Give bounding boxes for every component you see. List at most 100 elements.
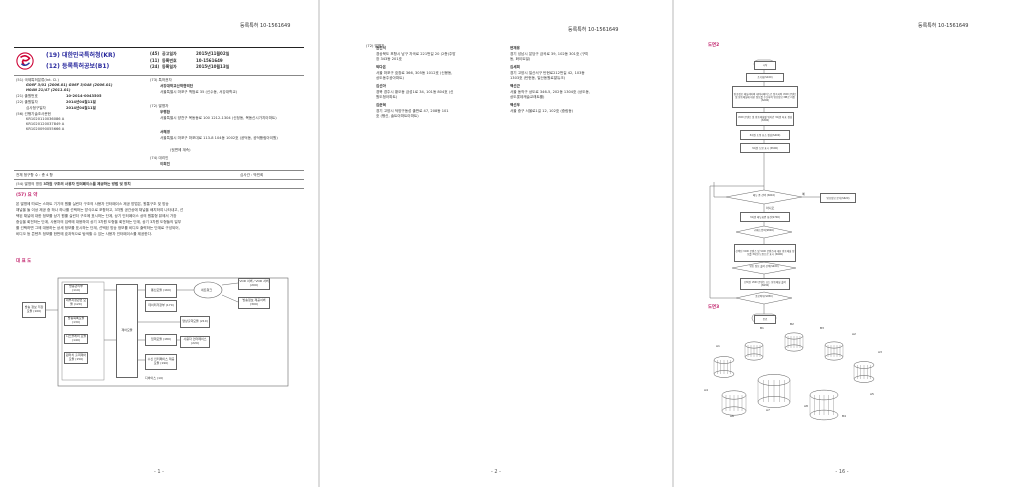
flowchart-step: 3차원 도형 요소 생성(S400) — [740, 130, 790, 140]
agent-title: (74) 대리인 — [150, 156, 169, 160]
inventor-address: 동, 화이트빌) — [510, 57, 531, 61]
app-date: 2014년04월11일 — [66, 100, 96, 104]
inventor-address: 상도동주공아파트) — [376, 76, 404, 80]
ipc-line-2: H04N 21/47 (2011.01) — [26, 88, 71, 92]
inventor-address: 경상북도 포항시 남구 자곡로 221번길 20 (2층)주방 — [376, 52, 456, 56]
fig-box-1: 방송관리부 (110) — [64, 284, 88, 294]
bib-code: (24) — [150, 64, 160, 69]
inventor-name: 박다은 — [376, 65, 386, 69]
title-row: (54) 발명의 명칭 3차원 구조의 사용자 인터페이스를 제공하는 방법 및… — [16, 182, 131, 186]
fig-storage-module: 방송 정보 저장 모듈 (100) — [22, 302, 46, 318]
owner-title: (73) 특허권자 — [150, 78, 172, 82]
flowchart-step: 3차원 도형 표시 (S500) — [740, 143, 790, 153]
fig-ui-module: 수신 인터페이스 제공 모듈 (190) — [145, 354, 177, 370]
office-line: (19) 대한민국특허청(KR) — [46, 52, 116, 59]
fig-data-store: 데이터저장부 (170) — [145, 300, 177, 312]
inventor-title: (72) 발명자 — [150, 104, 169, 108]
inventor-name: 변재용 — [510, 46, 520, 50]
flowchart-step: 종료 — [754, 315, 776, 324]
cylinder-label: A1 — [716, 344, 720, 348]
fig-box-3: 방송목록모듈 (130) — [64, 316, 88, 326]
fig-video-out: 영상출력모듈 (210) — [180, 316, 210, 328]
fig-broadcast-server: 방송정보 제공서버 (300) — [238, 297, 270, 309]
flowchart-step: 시작 — [754, 61, 776, 70]
cylinder-label: A8 — [804, 404, 808, 408]
cylinder-label: B1 — [760, 326, 764, 330]
inventor-1-address: 서울특별시 양천구 목동동로 100 1212-1304 (신정동, 목동신시가… — [160, 116, 277, 120]
cylinder-shape — [713, 356, 735, 378]
inventor-address: 상도롯데캐슬교래트를) — [510, 95, 545, 99]
flowchart-step: 선택된 VOD 콘텐츠 또는 방송채널 출력(S930) — [740, 278, 790, 290]
inventor-name: 김준혁 — [376, 103, 386, 107]
inventor-1-name: 우행환 — [160, 110, 170, 114]
inventor-address: 경기 고양시 일산서구 탄현로212번길 42, 103동 — [510, 71, 585, 75]
cylinder-label: A3 — [878, 350, 882, 354]
block-diagram-lines — [44, 277, 289, 387]
representative-figure-heading: 대 표 도 — [16, 259, 32, 264]
bib-code: (45) — [150, 51, 160, 56]
inventor-2-name: 서혜경 — [160, 130, 170, 134]
cylinder-label: A2 — [852, 332, 856, 336]
inventor-2-address: 서울특별시 마포구 마포대로 113-8 104동 1002호 (공덕동, 공덕… — [160, 136, 278, 140]
figure-2-title: 도면2 — [708, 43, 720, 48]
document-number: 등록특허 10-1561649 — [568, 27, 619, 33]
exam-label: 심사청구일자 — [26, 106, 46, 110]
prior-art-3: KR1020090055666 A — [26, 127, 65, 131]
fig-comm-module: 통신모듈 (160) — [145, 284, 177, 298]
abstract-line: 를 선택하면 그에 대응하는 상세 정보를 표시하는 단계, 선택된 방송 정보… — [16, 226, 180, 230]
patent-page-1: 등록특허 10-1561649 (19) 대한민국특허청(KR) (12) 등록… — [0, 0, 318, 487]
page-number-1: - 1 - — [154, 469, 164, 475]
title-rule — [14, 179, 304, 180]
cylinder-label: A5 — [870, 392, 874, 396]
page-number-2: - 2 - — [491, 469, 501, 475]
claims-count: 전체 청구항 수 : 총 4 항 — [16, 173, 53, 177]
network-cloud-label: 네트워크 — [201, 288, 213, 292]
fig-box-5: 원터치 출력제어모듈 (150) — [64, 352, 88, 364]
app-no-label: (21) 출원번호 — [16, 94, 38, 98]
prior-art-1: KR1020110036086 A — [26, 117, 65, 121]
flowchart-step: 방송정보 채널서버의 데이터베이스로 접속하여 VOD 콘텐츠 및 방송채널에 … — [732, 86, 798, 108]
examiner: 심사관 : 박민희 — [240, 173, 264, 177]
cylinder-label: A7 — [766, 408, 770, 412]
header-rule — [14, 75, 304, 76]
prior-art-2: KR1020120037849 A — [26, 122, 65, 126]
continued-note: (뒷면에 계속) — [170, 148, 191, 152]
page-number-16: - 16 - — [835, 469, 849, 475]
inventor-address: 서울 중구 서울로1길 12, 102호 (중림동) — [510, 109, 574, 113]
abstract-line: 택된 채널에 대한 정보를 상기 원뿔 실린더 구조에 표시하는 단계, 상기 … — [16, 214, 177, 218]
inventor-address: 경기 성남시 분당구 금곡로 39, 102동 301호 (구미 — [510, 52, 589, 56]
cylinder-shape — [757, 374, 791, 408]
cylinder-label: A6 — [730, 414, 734, 418]
flowchart-step: 3차원 메뉴화면 회전(S700) — [740, 212, 790, 222]
app-date-label: (22) 출원일자 — [16, 100, 38, 104]
agent-name: 이희진 — [160, 162, 170, 166]
inventor-address: 서울 마포구 효창로 366, 305동 1012호 (신봉동, — [376, 71, 453, 75]
cylinder-shape — [824, 341, 844, 361]
abstract-line: 비디오 등 콘텐츠 정보를 한번에 효과적으로 탐색할 수 있는 사용자 인터페… — [16, 232, 153, 236]
inventor-name: 권진석 — [376, 46, 386, 50]
fig-user-interface: 사용자 인터페이스 (220) — [180, 336, 210, 348]
abstract-heading: (57) 요 약 — [16, 193, 38, 198]
bib-value: 2015년11월02일 — [196, 51, 230, 56]
document-number: 등록특허 10-1561649 — [240, 23, 291, 29]
app-no: 10-2014-0043505 — [66, 94, 102, 98]
fig-box-4: 디스플레이 모듈 (140) — [64, 334, 88, 344]
flowchart-step: VOD 콘텐츠 및 방송채널별 위치간 3차원 좌표 생성(S300) — [736, 112, 794, 126]
pubtype-line: (12) 등록특허공보(B1) — [46, 63, 110, 70]
bib-value: 2015년10월13일 — [196, 64, 230, 69]
fig-box-2: 대부지정관련 모듈 (120) — [64, 298, 88, 308]
ipc-title: (51) 국제특허분류(Int. Cl.) — [16, 78, 59, 82]
owner-name: 서강대학교산학협력단 — [160, 84, 194, 88]
flowchart-step: 선택된 VOD 콘텐츠 및 VOD 콘텐츠에 대한 방송채널 정보를 3차원 도… — [734, 244, 796, 262]
abstract-rule — [14, 188, 304, 189]
cylinder-shape — [784, 332, 804, 352]
inventor-address: 호 (행신, 솔트아파트아파트) — [376, 114, 419, 118]
cylinder-shape — [809, 389, 839, 421]
patent-page-16: 등록특허 10-1561649 도면2 시작 초기화(S100) 방송정보 채널서버… — [674, 0, 1010, 487]
bib-label: 공고일자 — [162, 51, 177, 56]
bib-code: (11) — [150, 57, 160, 63]
inventor-address: 1303호 (탄현동, 일산동원로얄듀크) — [510, 76, 566, 80]
cylinder-shape — [744, 341, 764, 361]
inventor-address: 경기 고양시 덕양구동성 출판로 47, 208동 101 — [376, 109, 449, 113]
flow-no-label: 아니오 — [766, 206, 775, 210]
